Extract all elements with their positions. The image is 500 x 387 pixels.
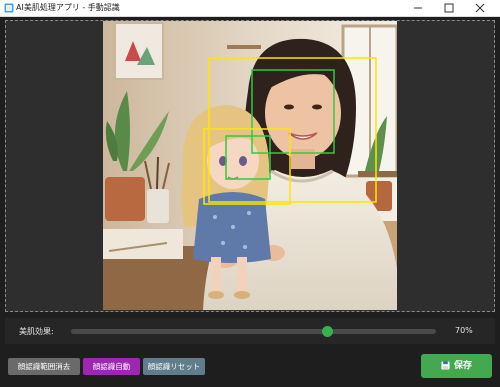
floppy-disk-icon — [441, 361, 450, 370]
title-bar: AI美肌処理アプリ - 手動認識 — [0, 0, 500, 17]
window-title: AI美肌処理アプリ - 手動認識 — [16, 3, 120, 12]
slider-thumb[interactable] — [321, 326, 333, 337]
close-icon[interactable] — [466, 0, 494, 16]
auto-detect-button[interactable]: 顔認識自動 — [83, 358, 140, 375]
clear-face-range-button[interactable]: 顔認識範囲消去 — [8, 358, 80, 375]
app-icon — [4, 3, 14, 13]
save-button[interactable]: 保存 — [421, 354, 492, 378]
beauty-effect-label: 美肌効果: — [19, 327, 54, 336]
photo-image — [103, 21, 397, 310]
minimize-icon[interactable] — [404, 0, 432, 16]
maximize-icon[interactable] — [435, 0, 463, 16]
beauty-effect-value: 70% — [455, 326, 473, 335]
photo-canvas[interactable] — [103, 21, 397, 310]
bottom-toolbar: 顔認識範囲消去 顔認識自動 顔認識リセット 保存 — [0, 348, 500, 387]
beauty-effect-slider-bar: 美肌効果: 70% — [5, 318, 495, 344]
beauty-effect-slider[interactable] — [71, 326, 436, 337]
save-label: 保存 — [453, 361, 472, 371]
reset-detection-button[interactable]: 顔認識リセット — [143, 358, 205, 375]
